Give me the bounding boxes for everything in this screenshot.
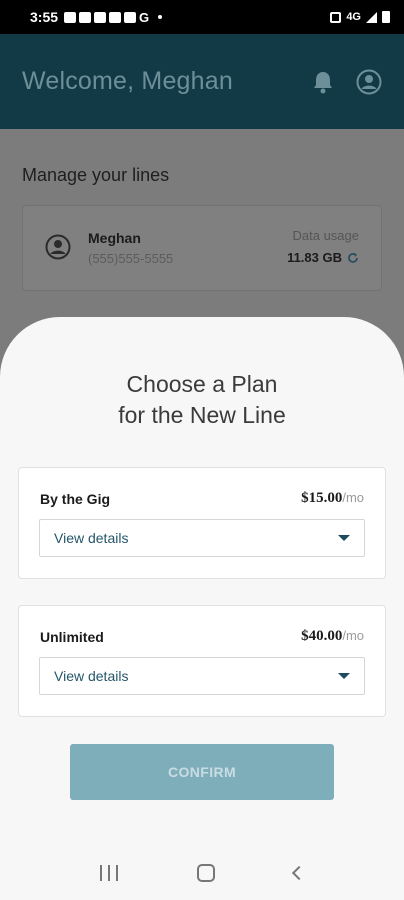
more-notifications-icon bbox=[158, 15, 163, 19]
back-icon[interactable] bbox=[292, 865, 307, 881]
status-time: 3:55 bbox=[30, 9, 59, 25]
google-icon: G bbox=[139, 9, 150, 25]
line-card[interactable]: Meghan (555)555-5555 Data usage 11.83 GB bbox=[22, 205, 382, 291]
plan-price: $15.00/mo bbox=[301, 490, 364, 507]
line-owner-name: Meghan bbox=[88, 230, 141, 246]
view-details-label: View details bbox=[54, 530, 129, 546]
choose-plan-sheet: Choose a Plan for the New Line By the Gi… bbox=[0, 317, 404, 900]
notification-icon bbox=[79, 11, 92, 23]
recents-icon[interactable] bbox=[99, 865, 118, 881]
notification-icon bbox=[109, 11, 122, 23]
view-details-dropdown[interactable]: View details bbox=[39, 657, 365, 695]
plan-name: Unlimited bbox=[40, 629, 104, 645]
sheet-title-line-1: Choose a Plan bbox=[126, 371, 278, 397]
system-nav-bar bbox=[0, 846, 404, 900]
refresh-icon[interactable] bbox=[347, 252, 359, 264]
data-usage-label: Data usage bbox=[292, 228, 360, 243]
confirm-button[interactable]: CONFIRM bbox=[70, 744, 334, 800]
chevron-down-icon bbox=[338, 673, 350, 679]
notification-icon bbox=[124, 11, 137, 23]
sheet-title: Choose a Plan for the New Line bbox=[0, 369, 404, 431]
signal-icon bbox=[366, 11, 377, 23]
notification-icon bbox=[64, 11, 77, 23]
data-usage-value: 11.83 GB bbox=[287, 250, 342, 265]
account-icon[interactable] bbox=[356, 69, 382, 95]
view-details-dropdown[interactable]: View details bbox=[39, 519, 365, 557]
chevron-down-icon bbox=[338, 535, 350, 541]
notification-icon bbox=[94, 11, 107, 23]
battery-icon bbox=[382, 11, 390, 23]
plan-price: $40.00/mo bbox=[301, 628, 364, 645]
section-title: Manage your lines bbox=[22, 165, 170, 185]
plan-price-period: /mo bbox=[342, 628, 364, 643]
bell-icon[interactable] bbox=[312, 70, 334, 94]
sheet-title-line-2: for the New Line bbox=[118, 402, 286, 428]
welcome-title: Welcome, Meghan bbox=[22, 67, 233, 95]
avatar-icon bbox=[45, 234, 71, 260]
view-details-label: View details bbox=[54, 668, 129, 684]
data-usage-value-wrap: 11.83 GB bbox=[287, 250, 359, 265]
line-phone-number: (555)555-5555 bbox=[88, 251, 174, 266]
network-type: 4G bbox=[346, 11, 361, 23]
notification-icons: G bbox=[64, 9, 163, 25]
plan-price-amount: $40.00 bbox=[301, 628, 343, 644]
app-header: Welcome, Meghan bbox=[0, 34, 404, 129]
status-bar: 3:55 G 4G bbox=[0, 0, 404, 34]
plan-name: By the Gig bbox=[40, 491, 111, 507]
plan-price-period: /mo bbox=[342, 490, 364, 505]
home-icon[interactable] bbox=[196, 864, 215, 882]
plan-card-by-the-gig[interactable]: By the Gig $15.00/mo View details bbox=[18, 467, 386, 579]
plan-price-amount: $15.00 bbox=[301, 490, 343, 506]
mute-icon bbox=[330, 11, 342, 23]
plan-card-unlimited[interactable]: Unlimited $40.00/mo View details bbox=[18, 605, 386, 717]
system-icons: 4G bbox=[330, 11, 390, 23]
